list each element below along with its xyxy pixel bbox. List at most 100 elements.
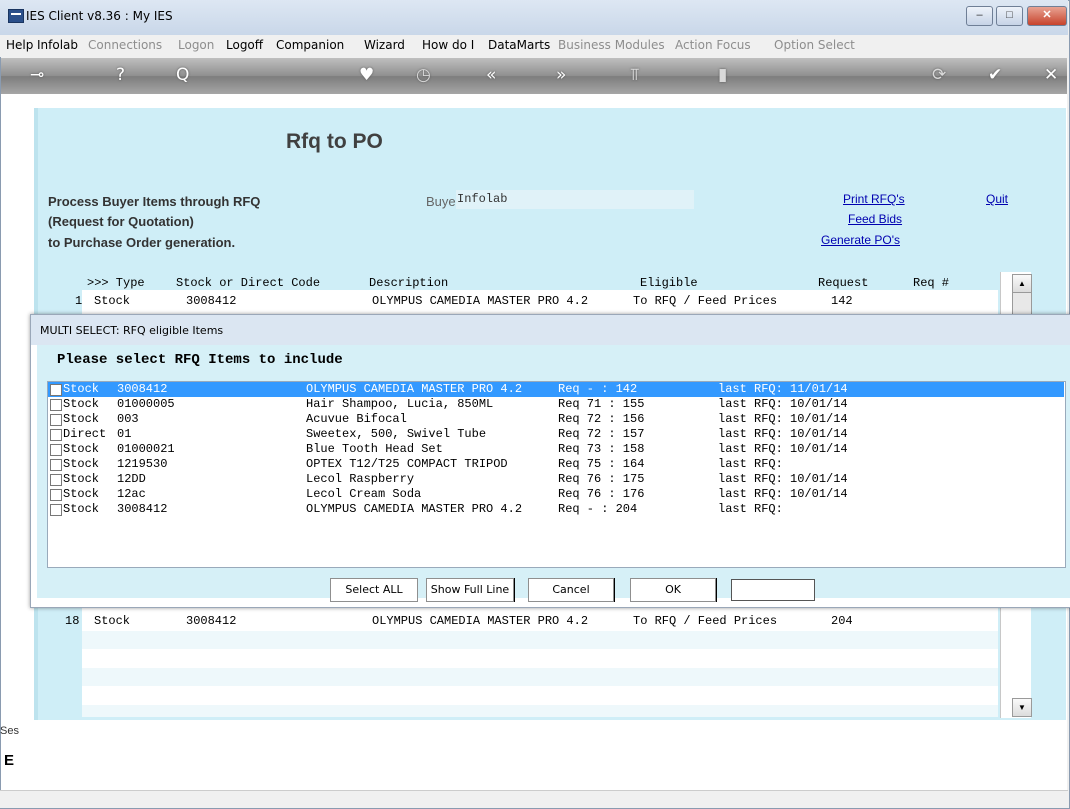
cancel-button[interactable]: Cancel bbox=[528, 578, 614, 602]
page-title: Rfq to PO bbox=[286, 130, 383, 153]
print-rfqs-link[interactable]: Print RFQ's bbox=[843, 192, 905, 206]
check-icon[interactable]: ✔ bbox=[988, 64, 1002, 86]
item-request: Req 76 : 176 bbox=[558, 487, 645, 501]
ok-button[interactable]: OK bbox=[630, 578, 716, 602]
menu-business-modules[interactable]: Business Modules bbox=[558, 38, 665, 52]
menu-connections[interactable]: Connections bbox=[88, 38, 162, 52]
item-last-rfq: last RFQ: 11/01/14 bbox=[718, 382, 848, 396]
menu-option-select[interactable]: Option Select bbox=[774, 38, 855, 52]
item-type: Stock bbox=[63, 472, 100, 486]
row-request[interactable]: 204 bbox=[831, 614, 853, 628]
row-eligible[interactable]: To RFQ / Feed Prices bbox=[633, 614, 777, 628]
session-label: Ses bbox=[0, 725, 19, 737]
row-number: 18 bbox=[65, 614, 80, 628]
item-type: Stock bbox=[63, 382, 100, 396]
menu-logon[interactable]: Logon bbox=[178, 38, 214, 52]
item-checkbox[interactable] bbox=[50, 414, 62, 426]
list-item[interactable]: Stock 01000021 Blue Tooth Head Set Req 73 :… bbox=[48, 442, 1064, 457]
heart-icon[interactable]: ♥ bbox=[359, 64, 374, 86]
item-description: OLYMPUS CAMEDIA MASTER PRO 4.2 bbox=[306, 382, 523, 396]
session-icon[interactable]: E bbox=[4, 752, 14, 769]
search-icon[interactable]: Q bbox=[176, 64, 189, 86]
item-checkbox[interactable] bbox=[50, 384, 62, 396]
button-separator bbox=[614, 578, 615, 602]
row-eligible[interactable]: To RFQ / Feed Prices bbox=[633, 294, 777, 308]
menu-action-focus[interactable]: Action Focus bbox=[675, 38, 751, 52]
list-item[interactable]: Stock 12ac Lecol Cream Soda Req 76 : 176 las… bbox=[48, 487, 1064, 502]
maximize-button[interactable]: □ bbox=[996, 6, 1023, 26]
item-request: Req 76 : 175 bbox=[558, 472, 645, 486]
row-stripe bbox=[82, 705, 998, 717]
list-item[interactable]: Stock 3008412 OLYMPUS CAMEDIA MASTER PRO 4… bbox=[48, 502, 1064, 517]
refresh-icon[interactable]: ⟳ bbox=[932, 64, 946, 86]
item-checkbox[interactable] bbox=[50, 459, 62, 471]
menu-logoff[interactable]: Logoff bbox=[226, 38, 263, 52]
item-checkbox[interactable] bbox=[50, 489, 62, 501]
scroll-down-icon[interactable]: ▼ bbox=[1012, 698, 1032, 717]
item-type: Stock bbox=[63, 457, 100, 471]
row-type[interactable]: Stock bbox=[94, 294, 130, 308]
item-request: Req 73 : 158 bbox=[558, 442, 645, 456]
item-description: Lecol Cream Soda bbox=[306, 487, 422, 501]
list-item[interactable]: Stock 12DD Lecol Raspberry Req 76 : 175 last… bbox=[48, 472, 1064, 487]
row-description[interactable]: OLYMPUS CAMEDIA MASTER PRO 4.2 bbox=[372, 294, 588, 308]
generate-pos-link[interactable]: Generate PO's bbox=[821, 233, 900, 247]
item-type: Stock bbox=[63, 412, 100, 426]
scroll-thumb[interactable] bbox=[1012, 292, 1032, 316]
menu-help[interactable]: Help bbox=[6, 38, 33, 52]
item-request: Req 71 : 155 bbox=[558, 397, 645, 411]
help-icon[interactable]: ? bbox=[116, 64, 125, 86]
feed-bids-link[interactable]: Feed Bids bbox=[848, 212, 902, 226]
header-description: Description bbox=[369, 276, 449, 290]
show-full-line-button[interactable]: Show Full Line bbox=[426, 578, 514, 602]
status-bar bbox=[0, 790, 1068, 808]
row-code[interactable]: 3008412 bbox=[186, 294, 236, 308]
item-checkbox[interactable] bbox=[50, 429, 62, 441]
tools-icon[interactable]: ⫪ bbox=[630, 64, 640, 86]
list-item[interactable]: Direct 01 Sweetex, 500, Swivel Tube Req 72 … bbox=[48, 427, 1064, 442]
menu-companion[interactable]: Companion bbox=[276, 38, 344, 52]
item-checkbox[interactable] bbox=[50, 399, 62, 411]
dialog-input-field[interactable] bbox=[731, 579, 815, 601]
row-type[interactable]: Stock bbox=[94, 614, 130, 628]
item-last-rfq: last RFQ: 10/01/14 bbox=[718, 427, 848, 441]
item-code: 12DD bbox=[117, 472, 146, 486]
item-last-rfq: last RFQ: 10/01/14 bbox=[718, 442, 848, 456]
select-all-button[interactable]: Select ALL bbox=[330, 578, 418, 602]
item-checkbox[interactable] bbox=[50, 504, 62, 516]
list-item[interactable]: Stock 01000005 Hair Shampoo, Lucia, 850ML R… bbox=[48, 397, 1064, 412]
item-last-rfq: last RFQ: 10/01/14 bbox=[718, 487, 848, 501]
item-type: Stock bbox=[63, 502, 100, 516]
back-icon[interactable]: « bbox=[486, 64, 496, 86]
item-description: OLYMPUS CAMEDIA MASTER PRO 4.2 bbox=[306, 502, 523, 516]
key-icon[interactable]: ⊸ bbox=[30, 64, 44, 86]
list-item[interactable]: Stock 3008412 OLYMPUS CAMEDIA MASTER PRO 4… bbox=[48, 382, 1064, 397]
item-last-rfq: last RFQ: 10/01/14 bbox=[718, 412, 848, 426]
close-icon[interactable]: ✕ bbox=[1044, 64, 1058, 86]
header-code: Stock or Direct Code bbox=[176, 276, 321, 290]
item-description: Hair Shampoo, Lucia, 850ML bbox=[306, 397, 494, 411]
menu-datamarts[interactable]: DataMarts bbox=[488, 38, 550, 52]
list-item[interactable]: Stock 1219530 OPTEX T12/T25 COMPACT TRIPOD… bbox=[48, 457, 1064, 472]
close-window-button[interactable]: ✕ bbox=[1027, 6, 1067, 26]
bookmark-icon[interactable]: ▮ bbox=[718, 64, 727, 86]
clock-icon[interactable]: ◷ bbox=[416, 64, 431, 86]
row-code[interactable]: 3008412 bbox=[186, 614, 236, 628]
row-request[interactable]: 142 bbox=[831, 294, 853, 308]
minimize-button[interactable]: – bbox=[966, 6, 993, 26]
forward-icon[interactable]: » bbox=[556, 64, 566, 86]
list-item[interactable]: Stock 003 Acuvue Bifocal Req 72 : 156 last R… bbox=[48, 412, 1064, 427]
item-description: Lecol Raspberry bbox=[306, 472, 415, 486]
item-checkbox[interactable] bbox=[50, 474, 62, 486]
item-code: 3008412 bbox=[117, 382, 168, 396]
menu-how-do-i[interactable]: How do I bbox=[422, 38, 474, 52]
row-description[interactable]: OLYMPUS CAMEDIA MASTER PRO 4.2 bbox=[372, 614, 588, 628]
menu-infolab[interactable]: Infolab bbox=[37, 38, 78, 52]
quit-link[interactable]: Quit bbox=[986, 192, 1008, 206]
item-checkbox[interactable] bbox=[50, 444, 62, 456]
menu-wizard[interactable]: Wizard bbox=[364, 38, 405, 52]
item-last-rfq: last RFQ: bbox=[718, 502, 783, 516]
item-request: Req - : 204 bbox=[558, 502, 638, 516]
item-description: Sweetex, 500, Swivel Tube bbox=[306, 427, 487, 441]
scroll-up-icon[interactable]: ▲ bbox=[1012, 274, 1032, 293]
